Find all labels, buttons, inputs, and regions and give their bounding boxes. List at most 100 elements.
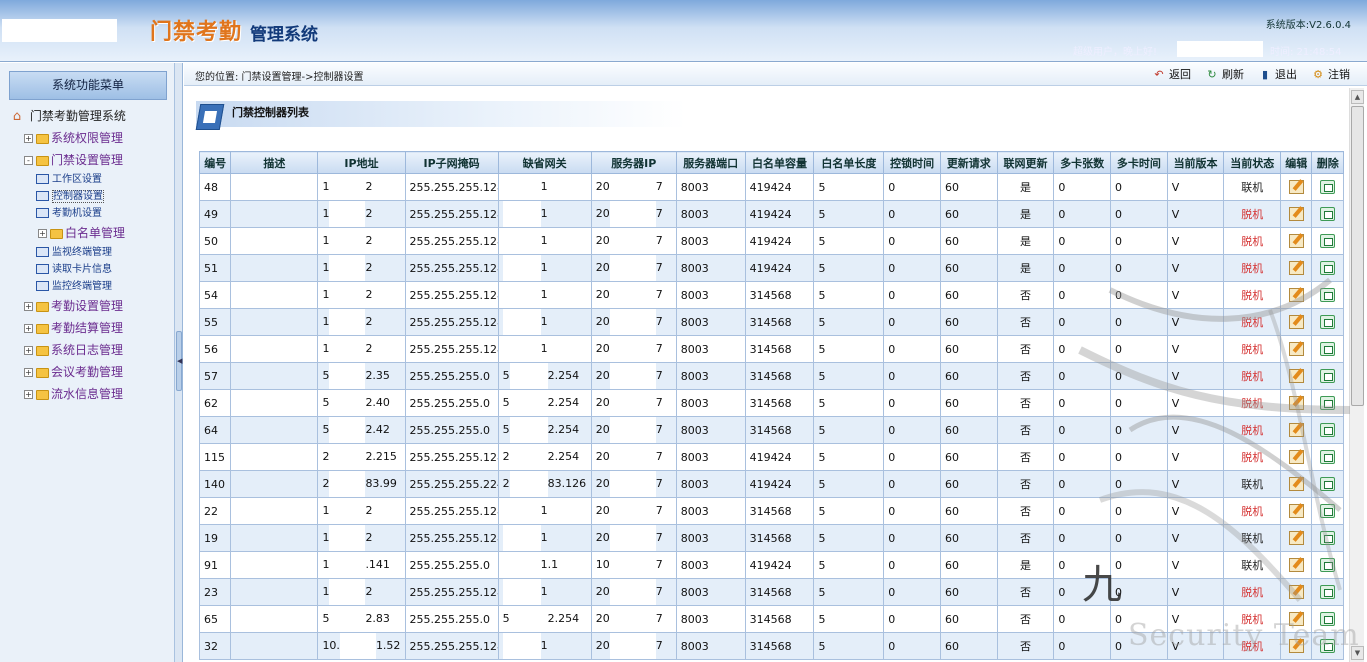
edit-icon[interactable]: [1288, 234, 1304, 248]
table-row[interactable]: 48 1 2 255.255.255.128 1 20 7 8003 419424 5 0 60 是 0 0…: [199, 173, 1344, 201]
delete-icon[interactable]: [1320, 423, 1336, 437]
expand-icon[interactable]: +: [24, 302, 33, 311]
expand-icon[interactable]: +: [24, 134, 33, 143]
edit-icon[interactable]: [1288, 450, 1304, 464]
tree-leaf-read-card[interactable]: 读取卡片信息: [8, 261, 173, 278]
delete-icon[interactable]: [1320, 288, 1336, 302]
edit-icon[interactable]: [1288, 639, 1304, 653]
expand-icon[interactable]: +: [38, 229, 47, 238]
expand-icon[interactable]: +: [24, 368, 33, 377]
table-row[interactable]: 23 1 2 255.255.255.128 1 20 7 8003 314568 5 0 60 否 0 0…: [199, 578, 1344, 606]
tree-leaf-attendance-machine[interactable]: 考勤机设置: [8, 205, 173, 222]
table-row[interactable]: 50 1 2 255.255.255.128 1 20 7 8003 419424 5 0 60 是 0 0…: [199, 227, 1344, 255]
delete-icon[interactable]: [1320, 585, 1336, 599]
table-row[interactable]: 140 2 83.99 255.255.255.224 2 83.126 20 7 8003 41…: [199, 470, 1344, 498]
edit-icon[interactable]: [1288, 207, 1304, 221]
delete-icon[interactable]: [1320, 558, 1336, 572]
table-row[interactable]: 56 1 2 255.255.255.128 1 20 7 8003 314568 5 0 60 否 0 0…: [199, 335, 1344, 363]
scroll-down-icon[interactable]: ▼: [1351, 646, 1364, 660]
edit-icon[interactable]: [1288, 558, 1304, 572]
table-row[interactable]: 22 1 2 255.255.255.128 1 20 7 8003 314568 5 0 60 否 0 0…: [199, 497, 1344, 525]
tree-node-door-settings[interactable]: - 门禁设置管理: [8, 149, 173, 171]
tree-leaf-monitor-terminal-2[interactable]: 监控终端管理: [8, 278, 173, 295]
table-row[interactable]: 115 2 2.215 255.255.255.128 2 2.254 20 7 8003 419…: [199, 443, 1344, 471]
cell-server-ip: 10 7: [590, 551, 677, 579]
cell-status: 联机: [1223, 173, 1282, 201]
delete-icon[interactable]: [1320, 639, 1336, 653]
tree-leaf-monitor-terminal[interactable]: 监视终端管理: [8, 244, 173, 261]
table-row[interactable]: 51 1 2 255.255.255.128 1 20 7 8003 419424 5 0 60 是 0 0…: [199, 254, 1344, 282]
table-row[interactable]: 32 10. 1.52 255.255.255.128 1 20 7 8003 314568 5 0…: [199, 632, 1344, 660]
scrollbar-thumb[interactable]: [1351, 106, 1364, 406]
cell-id: 32: [199, 632, 232, 660]
delete-icon[interactable]: [1320, 207, 1336, 221]
tree-node-attendance-settings[interactable]: + 考勤设置管理: [8, 295, 173, 317]
tree-node-system-log[interactable]: + 系统日志管理: [8, 339, 173, 361]
expand-icon[interactable]: +: [24, 390, 33, 399]
table-row[interactable]: 62 5 2.40 255.255.255.0 5 2.254 20 7 8003 314568 5…: [199, 389, 1344, 417]
refresh-button[interactable]: ↻ 刷新: [1202, 65, 1247, 84]
edit-icon[interactable]: [1288, 369, 1304, 383]
delete-icon[interactable]: [1320, 180, 1336, 194]
edit-icon[interactable]: [1288, 423, 1304, 437]
cell-id: 23: [199, 578, 232, 606]
expand-icon[interactable]: +: [24, 346, 33, 355]
sidebar-splitter[interactable]: ◀: [175, 63, 183, 662]
edit-icon[interactable]: [1288, 288, 1304, 302]
table-row[interactable]: 65 5 2.83 255.255.255.0 5 2.254 20 7 8003 314568 5…: [199, 605, 1344, 633]
expand-icon[interactable]: +: [24, 324, 33, 333]
tree-node-permissions[interactable]: + 系统权限管理: [8, 127, 173, 149]
delete-icon[interactable]: [1320, 234, 1336, 248]
edit-icon[interactable]: [1288, 396, 1304, 410]
table-row[interactable]: 91 1.141 255.255.255.0 1.1 10 7 8003 419424 5 0 60…: [199, 551, 1344, 579]
delete-icon[interactable]: [1320, 342, 1336, 356]
table-row[interactable]: 49 1 2 255.255.255.128 1 20 7 8003 419424 5 0 60 是 0 0…: [199, 200, 1344, 228]
table-row[interactable]: 19 1 2 255.255.255.128 1 20 7 8003 314568 5 0 60 否 0 0…: [199, 524, 1344, 552]
edit-icon[interactable]: [1288, 477, 1304, 491]
edit-icon[interactable]: [1288, 180, 1304, 194]
tree-root[interactable]: ⌂ 门禁考勤管理系统: [8, 105, 173, 127]
tree-node-meeting-attendance[interactable]: + 会议考勤管理: [8, 361, 173, 383]
collapse-sidebar-handle[interactable]: ◀: [176, 331, 182, 391]
cell-version: V: [1166, 335, 1225, 363]
tree-node-flow-info[interactable]: + 流水信息管理: [8, 383, 173, 405]
exit-button[interactable]: ▮ 退出: [1255, 65, 1300, 84]
table-row[interactable]: 55 1 2 255.255.255.128 1 20 7 8003 314568 5 0 60 否 0 0…: [199, 308, 1344, 336]
edit-icon[interactable]: [1288, 261, 1304, 275]
table-row[interactable]: 64 5 2.42 255.255.255.0 5 2.254 20 7 8003 314568 5…: [199, 416, 1344, 444]
edit-icon[interactable]: [1288, 342, 1304, 356]
delete-icon[interactable]: [1320, 261, 1336, 275]
delete-icon[interactable]: [1320, 504, 1336, 518]
back-button[interactable]: ↶ 返回: [1149, 65, 1194, 84]
delete-icon[interactable]: [1320, 477, 1336, 491]
cell-version: V: [1166, 470, 1225, 498]
table-row[interactable]: 54 1 2 255.255.255.128 1 20 7 8003 314568 5 0 60 否 0 0…: [199, 281, 1344, 309]
notepad-icon: [195, 104, 225, 130]
delete-icon[interactable]: [1320, 315, 1336, 329]
tree-node-whitelist[interactable]: + 白名单管理: [8, 222, 173, 244]
edit-icon[interactable]: [1288, 504, 1304, 518]
tree-leaf-work-area[interactable]: 工作区设置: [8, 171, 173, 188]
delete-icon[interactable]: [1320, 396, 1336, 410]
edit-icon[interactable]: [1288, 315, 1304, 329]
logout-button[interactable]: ⚙ 注销: [1308, 65, 1353, 84]
delete-icon[interactable]: [1320, 612, 1336, 626]
cell-gateway-end: 1: [540, 342, 548, 355]
delete-icon[interactable]: [1320, 369, 1336, 383]
edit-icon[interactable]: [1288, 531, 1304, 545]
delete-icon[interactable]: [1320, 450, 1336, 464]
scroll-up-icon[interactable]: ▲: [1351, 90, 1364, 104]
tree-leaf-controller[interactable]: 控制器设置: [8, 188, 173, 205]
vertical-scrollbar[interactable]: ▲ ▼: [1349, 88, 1364, 662]
sidebar-menu-title[interactable]: 系统功能菜单: [9, 71, 167, 100]
cell-server-ip-start: 20: [595, 612, 610, 625]
cell-update-request: 60: [939, 227, 998, 255]
edit-icon[interactable]: [1288, 585, 1304, 599]
delete-icon[interactable]: [1320, 531, 1336, 545]
edit-icon[interactable]: [1288, 612, 1304, 626]
cell-whitelist-length: 5: [813, 254, 885, 282]
tree-node-attendance-settlement[interactable]: + 考勤结算管理: [8, 317, 173, 339]
collapse-icon[interactable]: -: [24, 156, 33, 165]
user-name-box: [1177, 41, 1263, 57]
table-row[interactable]: 57 5 2.35 255.255.255.0 5 2.254 20 7 8003 314568 5…: [199, 362, 1344, 390]
